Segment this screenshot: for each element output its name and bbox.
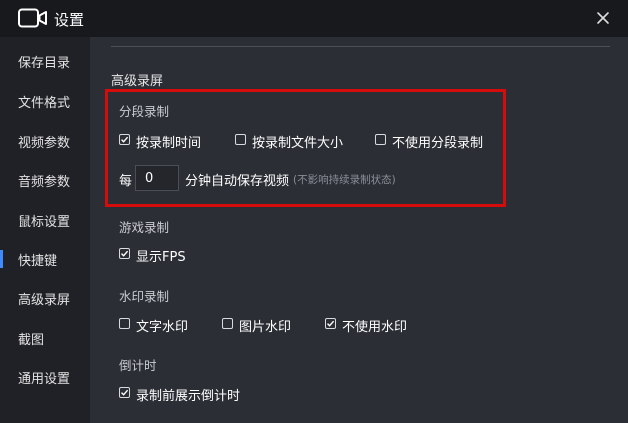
- sidebar-item-save-directory[interactable]: 保存目录: [0, 49, 90, 73]
- checkbox-unchecked[interactable]: [375, 134, 386, 145]
- option-label: 按录制时间: [136, 136, 202, 151]
- sidebar-item-label: 鼠标设置: [18, 215, 71, 230]
- sidebar-item-mouse-settings[interactable]: 鼠标设置: [0, 208, 90, 232]
- sidebar-item-label: 文件格式: [18, 96, 71, 111]
- option-label: 图片水印: [239, 320, 292, 335]
- option-label: 不使用水印: [342, 320, 408, 335]
- checkbox-unchecked[interactable]: [222, 318, 233, 329]
- sidebar-item-label: 保存目录: [18, 56, 71, 71]
- minutes-input[interactable]: [135, 165, 179, 191]
- sidebar-item-label: 视频参数: [18, 136, 71, 151]
- sidebar-item-shortcuts[interactable]: 快捷键: [0, 247, 90, 271]
- sidebar-item-label: 快捷键: [18, 254, 58, 269]
- close-icon[interactable]: [593, 8, 613, 28]
- checkbox-checked[interactable]: [119, 387, 130, 398]
- video-camera-icon: [18, 8, 47, 28]
- title-bar: 设置: [0, 0, 628, 37]
- sidebar-item-screenshot[interactable]: 截图: [0, 326, 90, 350]
- check-icon: [121, 136, 129, 143]
- section-heading: 高级录屏: [111, 74, 164, 89]
- divider: [111, 46, 610, 47]
- checkbox-unchecked[interactable]: [235, 134, 246, 145]
- sidebar-item-file-format[interactable]: 文件格式: [0, 89, 90, 113]
- game-recording-title: 游戏录制: [119, 220, 170, 235]
- window-title: 设置: [54, 11, 85, 29]
- check-icon: [121, 250, 129, 257]
- option-label: 录制前展示倒计时: [136, 389, 241, 404]
- option-label: 文字水印: [136, 320, 189, 335]
- check-icon: [327, 320, 335, 327]
- check-icon: [121, 389, 129, 396]
- every-label: 每: [119, 174, 133, 189]
- sidebar-item-label: 音频参数: [18, 175, 71, 190]
- settings-sidebar: 保存目录 文件格式 视频参数 音频参数 鼠标设置 快捷键 高级录屏 截图 通用设…: [0, 37, 90, 423]
- watermark-title: 水印录制: [119, 289, 170, 304]
- checkbox-checked[interactable]: [119, 248, 130, 259]
- option-label: 按录制文件大小: [252, 136, 344, 151]
- sidebar-item-advanced-recording[interactable]: 高级录屏: [0, 286, 90, 310]
- sidebar-item-label: 高级录屏: [18, 293, 71, 308]
- checkbox-checked[interactable]: [119, 134, 130, 145]
- sidebar-item-audio-params[interactable]: 音频参数: [0, 168, 90, 192]
- countdown-title: 倒计时: [119, 358, 157, 373]
- option-label: 显示FPS: [136, 250, 186, 265]
- segment-recording-title: 分段录制: [119, 104, 170, 119]
- sidebar-item-general-settings[interactable]: 通用设置: [0, 365, 90, 389]
- checkbox-unchecked[interactable]: [119, 318, 130, 329]
- sidebar-item-video-params[interactable]: 视频参数: [0, 129, 90, 153]
- sidebar-item-label: 通用设置: [18, 372, 71, 387]
- sidebar-item-label: 截图: [18, 333, 45, 348]
- option-label: 不使用分段录制: [392, 136, 484, 151]
- minutes-label: 分钟自动保存视频: [185, 174, 290, 189]
- hint-text: (不影响持续录制状态): [293, 174, 396, 186]
- checkbox-checked[interactable]: [325, 318, 336, 329]
